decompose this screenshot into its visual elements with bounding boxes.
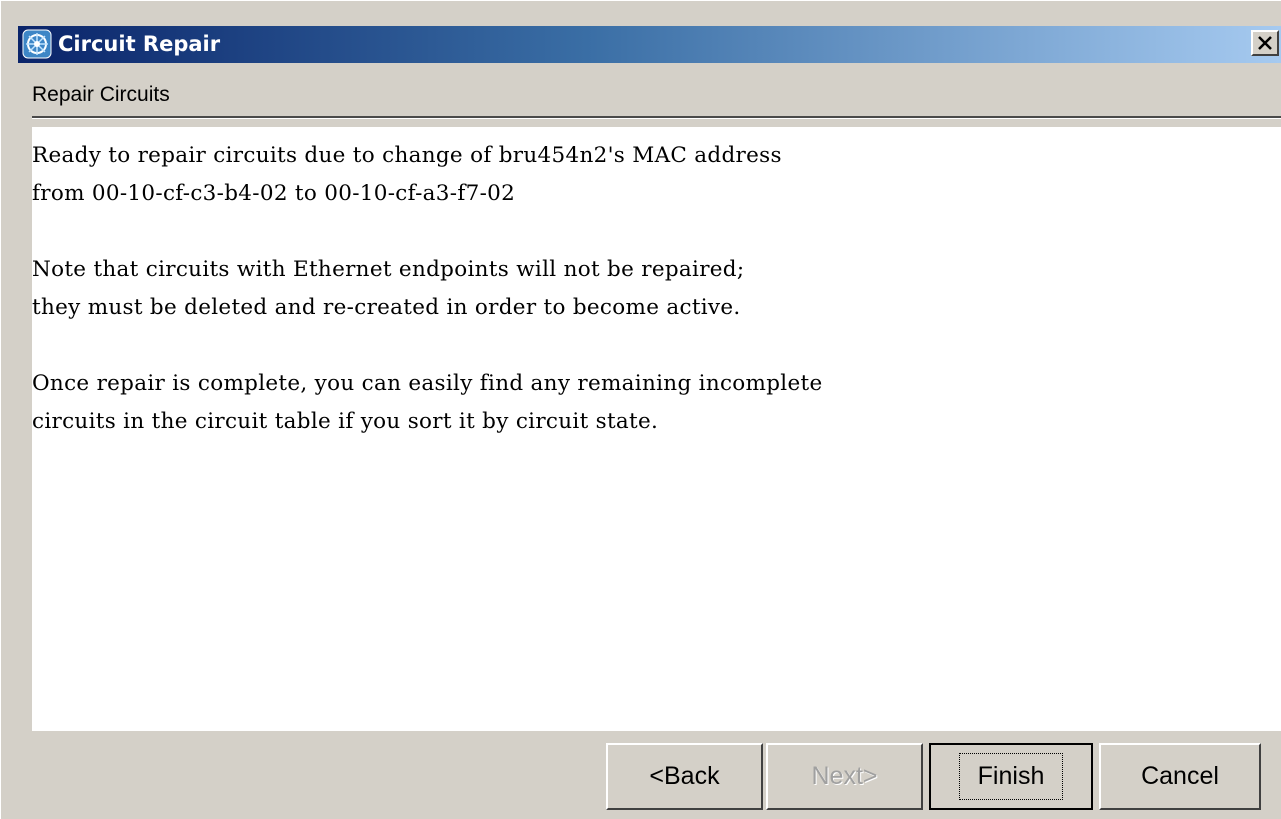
message-line: circuits in the circuit table if you sor… [32, 409, 659, 434]
finish-button-label: Finish [958, 753, 1064, 800]
title-bar[interactable]: Circuit Repair [18, 26, 1281, 63]
message-line: they must be deleted and re-created in o… [32, 295, 741, 320]
message-line: from 00-10-cf-c3-b4-02 to 00-10-cf-a3-f7… [32, 181, 516, 206]
cancel-button[interactable]: Cancel [1099, 743, 1261, 810]
message-line: Once repair is complete, you can easily … [32, 371, 823, 396]
message-line: Ready to repair circuits due to change o… [32, 143, 782, 168]
close-button[interactable] [1251, 30, 1279, 56]
window-title: Circuit Repair [58, 32, 221, 56]
message-line: Note that circuits with Ethernet endpoin… [32, 257, 745, 282]
circuit-app-icon [22, 29, 52, 59]
message-line [32, 213, 1281, 251]
message-panel: Ready to repair circuits due to change o… [32, 127, 1281, 731]
next-button[interactable]: Next> [766, 743, 923, 810]
header-divider [32, 116, 1281, 119]
close-icon [1258, 36, 1272, 50]
message-line [32, 327, 1281, 365]
back-button[interactable]: <Back [606, 743, 763, 810]
finish-button[interactable]: Finish [929, 743, 1093, 810]
page-title: Repair Circuits [32, 83, 170, 106]
circuit-repair-dialog: Circuit Repair Repair Circuits Ready to … [0, 0, 1281, 819]
